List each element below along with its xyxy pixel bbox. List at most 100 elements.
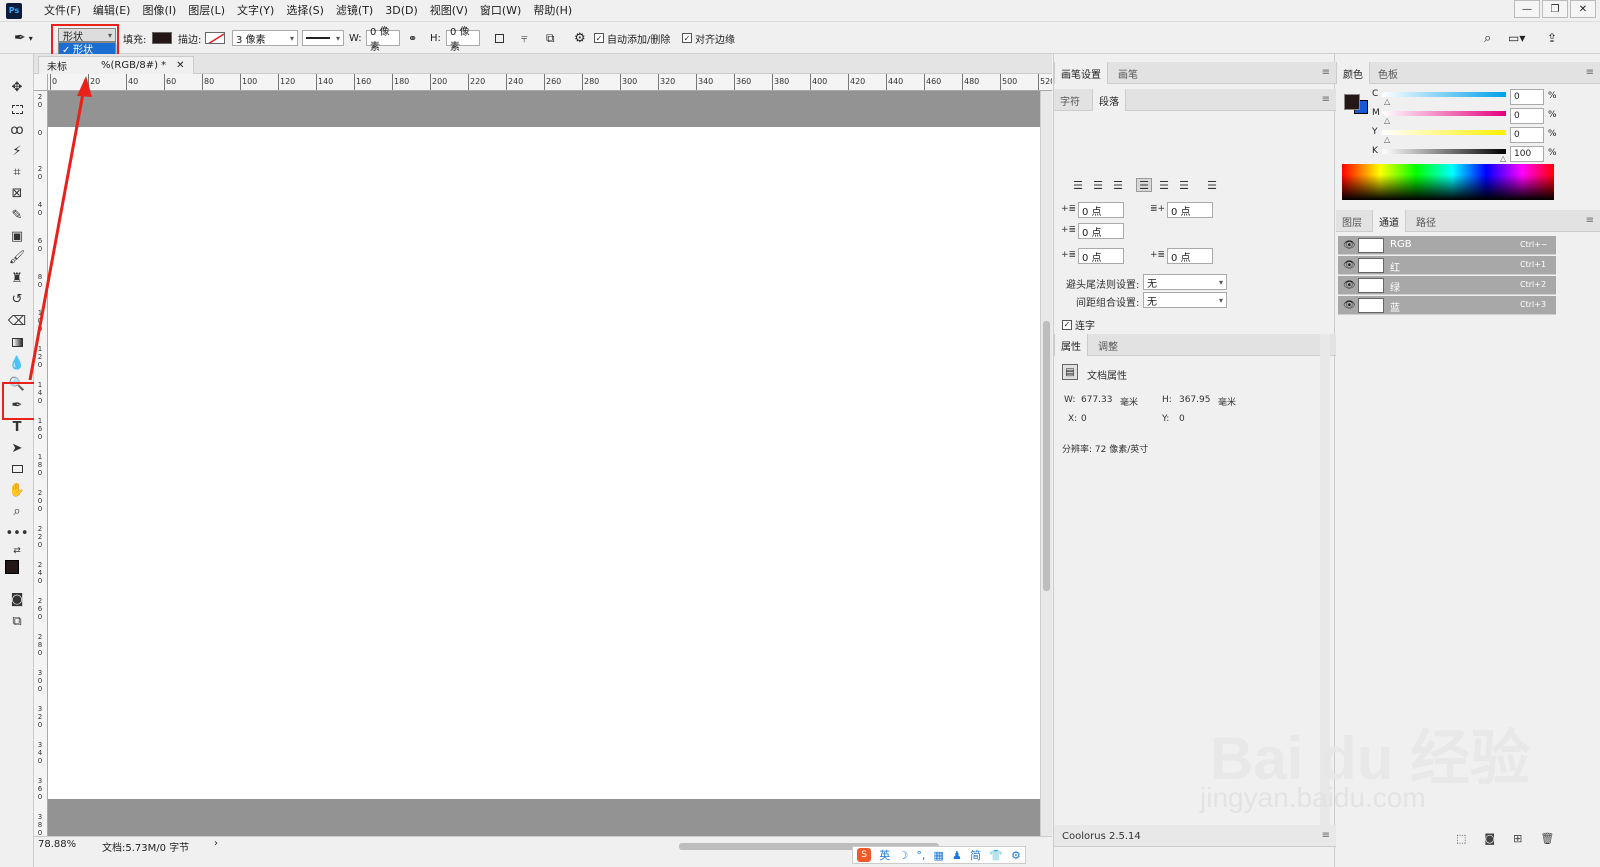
eyedropper-tool-icon[interactable]: ✎ (7, 206, 27, 224)
document-tab[interactable]: 未标 %(RGB/8#) * ✕ (38, 56, 194, 74)
menu-type[interactable]: 文字(Y) (231, 0, 280, 22)
hyphenate-checkbox[interactable]: ✓ 连字 (1062, 317, 1095, 332)
tab-brush[interactable]: 画笔 (1112, 62, 1144, 84)
close-icon[interactable]: ✕ (176, 60, 184, 71)
ime-user-icon[interactable]: ♟ (952, 849, 962, 862)
menu-file[interactable]: 文件(F) (38, 0, 87, 22)
stroke-swatch[interactable] (205, 30, 225, 46)
restore-button[interactable]: ❐ (1542, 0, 1568, 18)
path-arrangement-icon[interactable]: ⧉ (546, 30, 555, 46)
tab-channels[interactable]: 通道 (1372, 210, 1406, 232)
trash-icon[interactable]: 🗑 (1540, 832, 1554, 845)
mojikumi-select[interactable]: 无 ▾ (1143, 292, 1227, 308)
cyan-value[interactable]: 0 (1510, 89, 1544, 105)
black-slider[interactable] (1382, 149, 1506, 154)
indent-left-field[interactable]: 0 点 (1078, 202, 1124, 218)
slider-knob-icon[interactable]: △ (1384, 97, 1390, 106)
marquee-tool-icon[interactable] (7, 100, 27, 118)
tab-adjustments[interactable]: 调整 (1092, 334, 1124, 356)
ime-english-toggle[interactable]: 英 (879, 847, 890, 863)
menu-help[interactable]: 帮助(H) (527, 0, 578, 22)
chevron-right-icon[interactable]: › (214, 838, 218, 849)
tab-coolorus[interactable]: Coolorus 2.5.14 (1056, 825, 1147, 847)
panel-menu-icon[interactable]: ≡ (1322, 67, 1330, 78)
space-after-field[interactable]: 0 点 (1167, 248, 1213, 264)
healing-brush-tool-icon[interactable]: ▣ (7, 227, 27, 245)
space-before-field[interactable]: 0 点 (1078, 248, 1124, 264)
slider-knob-icon[interactable]: △ (1500, 154, 1506, 163)
vertical-scroll-thumb[interactable] (1043, 321, 1050, 591)
tab-color[interactable]: 颜色 (1336, 62, 1370, 84)
menu-3d[interactable]: 3D(D) (379, 0, 424, 22)
ime-moon-icon[interactable]: ☽ (898, 849, 908, 862)
kinsoku-select[interactable]: 无 ▾ (1143, 274, 1227, 290)
tab-paragraph[interactable]: 段落 (1092, 89, 1126, 111)
black-value[interactable]: 100 (1510, 146, 1544, 162)
link-icon[interactable]: ⚭ (408, 30, 417, 46)
ime-simplified-toggle[interactable]: 简 (970, 847, 981, 863)
fill-swatch[interactable] (152, 30, 172, 46)
panel-menu-icon[interactable]: ≡ (1586, 67, 1594, 78)
menu-layer[interactable]: 图层(L) (182, 0, 231, 22)
pen-tool-preset[interactable]: ✒ ▾ (14, 30, 33, 46)
align-right-icon[interactable]: ☰ (1110, 178, 1126, 192)
ime-settings-icon[interactable]: ⚙ (1011, 849, 1021, 862)
vertical-ruler[interactable]: 2002040608010012014016018020022024026028… (34, 91, 48, 836)
rectangle-tool-icon[interactable] (7, 460, 27, 478)
save-selection-icon[interactable]: ◙ (1484, 832, 1495, 845)
move-tool-icon[interactable]: ✥ (7, 78, 27, 96)
share-icon[interactable]: ⇪ (1547, 30, 1557, 46)
blur-tool-icon[interactable]: 💧 (7, 354, 27, 372)
magic-wand-tool-icon[interactable]: ⚡ (7, 142, 27, 160)
menu-edit[interactable]: 编辑(E) (87, 0, 137, 22)
slider-knob-icon[interactable]: △ (1384, 135, 1390, 144)
ruler-origin[interactable] (34, 74, 48, 91)
eye-icon[interactable]: 👁 (1343, 280, 1356, 291)
height-field[interactable]: 0 像素 (446, 27, 480, 53)
frame-tool-icon[interactable]: ⊠ (7, 184, 27, 202)
channel-row-blue[interactable]: 👁 蓝 Ctrl+3 (1338, 296, 1556, 315)
eye-icon[interactable]: 👁 (1343, 240, 1356, 251)
swap-colors-icon[interactable]: ⇄ (7, 542, 27, 560)
clone-stamp-tool-icon[interactable]: ♜ (7, 269, 27, 287)
stroke-type-select[interactable]: ▾ (302, 30, 344, 46)
align-left-icon[interactable]: ☰ (1070, 178, 1086, 192)
channel-row-green[interactable]: 👁 绿 Ctrl+2 (1338, 276, 1556, 295)
justify-last-left-icon[interactable]: ☰ (1136, 178, 1152, 192)
justify-last-right-icon[interactable]: ☰ (1176, 178, 1192, 192)
gear-icon[interactable]: ⚙ (574, 30, 586, 46)
new-channel-icon[interactable]: ⊞ (1513, 832, 1522, 845)
tab-paths[interactable]: 路径 (1410, 210, 1442, 232)
hand-tool-icon[interactable]: ✋ (7, 481, 27, 499)
menu-filter[interactable]: 滤镜(T) (330, 0, 379, 22)
tab-brush-settings[interactable]: 画笔设置 (1054, 62, 1108, 84)
indent-first-line-field[interactable]: 0 点 (1078, 223, 1124, 239)
eraser-tool-icon[interactable]: ⌫ (7, 312, 27, 330)
color-spectrum[interactable] (1342, 164, 1554, 200)
auto-add-delete-checkbox[interactable]: ✓ 自动添加/删除 (594, 30, 670, 46)
path-alignment-icon[interactable]: ⫧ (521, 30, 528, 46)
justify-all-icon[interactable]: ☰ (1204, 178, 1220, 192)
width-field[interactable]: 0 像素 (366, 27, 400, 53)
load-selection-icon[interactable]: ⬚ (1456, 832, 1466, 845)
tab-swatches[interactable]: 色板 (1372, 62, 1404, 84)
gradient-tool-icon[interactable] (7, 333, 27, 351)
channel-row-red[interactable]: 👁 红 Ctrl+1 (1338, 256, 1556, 275)
path-selection-tool-icon[interactable]: ➤ (7, 439, 27, 457)
ime-punctuation-icon[interactable]: °, (916, 849, 925, 862)
justify-last-center-icon[interactable]: ☰ (1156, 178, 1172, 192)
yellow-value[interactable]: 0 (1510, 127, 1544, 143)
quick-mask-icon[interactable]: ◙ (7, 590, 27, 608)
path-operations-icon[interactable] (495, 30, 504, 46)
foreground-color-swatch[interactable] (5, 560, 19, 574)
tab-properties[interactable]: 属性 (1054, 334, 1088, 356)
menu-select[interactable]: 选择(S) (280, 0, 330, 22)
ime-skin-icon[interactable]: 👕 (989, 849, 1003, 862)
yellow-slider[interactable] (1382, 130, 1506, 135)
channel-row-rgb[interactable]: 👁 RGB Ctrl+~ (1338, 236, 1556, 255)
more-tools-icon[interactable]: ••• (6, 524, 29, 542)
horizontal-ruler[interactable]: 0 20 40 60 80 100 120 140 160 180 200 220 240 260 280 3… (48, 74, 1052, 91)
crop-tool-icon[interactable]: ⌗ (7, 163, 27, 181)
panel-menu-icon[interactable]: ≡ (1322, 830, 1330, 841)
brush-tool-icon[interactable]: 🖌 (7, 248, 27, 266)
